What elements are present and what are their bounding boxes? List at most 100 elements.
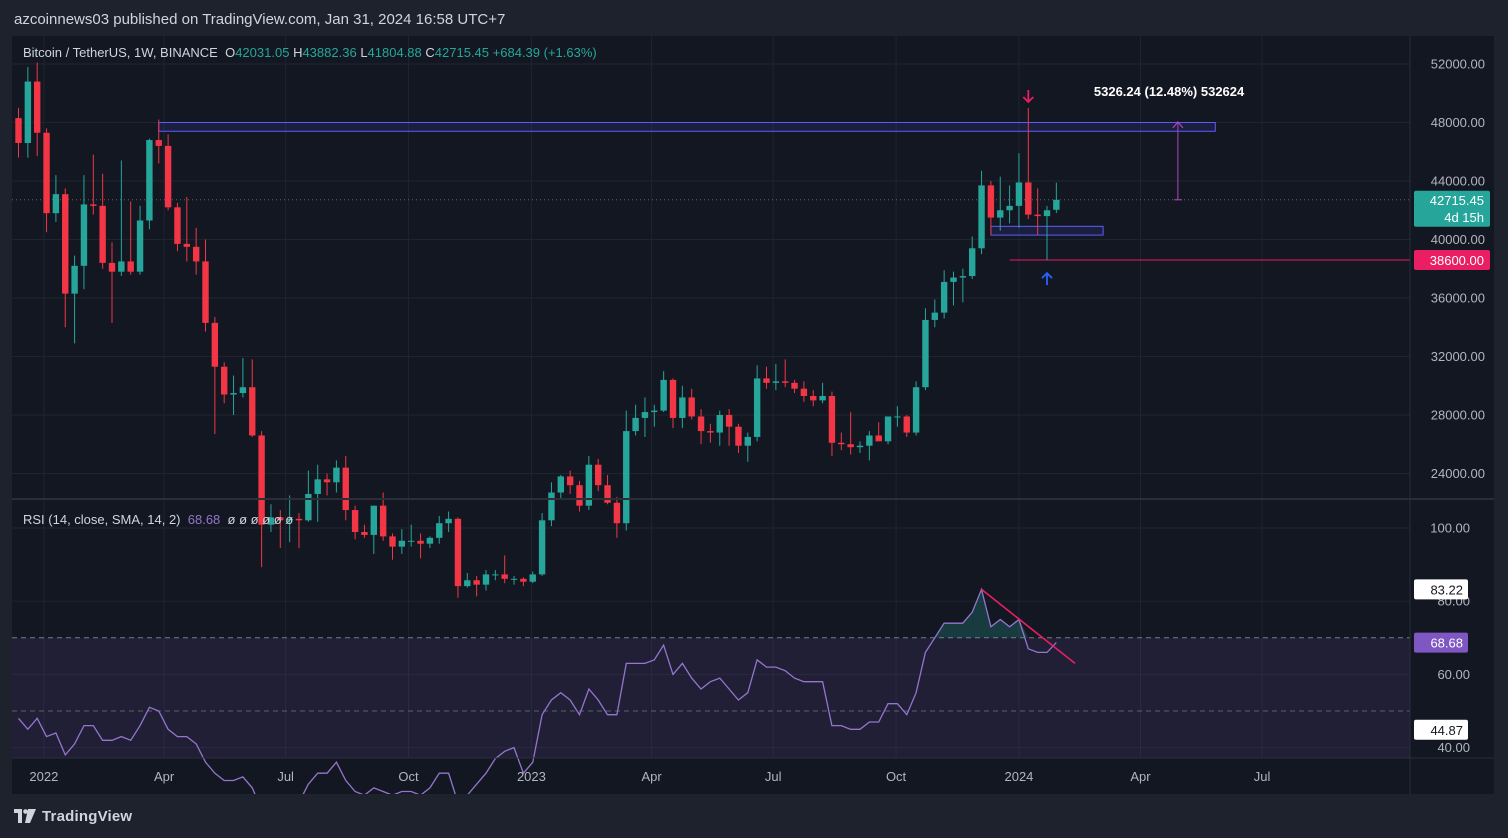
candle-body xyxy=(118,261,125,272)
rsi-overbought-fill xyxy=(990,619,1001,638)
candle-body xyxy=(753,378,761,437)
candle-body xyxy=(305,493,312,521)
candle-body xyxy=(819,395,826,401)
candle-body xyxy=(894,416,901,418)
candle-body xyxy=(90,204,97,206)
candle-body xyxy=(688,397,695,417)
candle-body xyxy=(323,479,331,483)
candle-body xyxy=(183,243,190,247)
rsi-current-value: 68.68 xyxy=(1430,636,1463,651)
candle-body xyxy=(1043,210,1051,217)
ohlc-legend[interactable]: Bitcoin / TetherUS, 1W, BINANCE O42031.0… xyxy=(23,45,597,60)
candle-body xyxy=(931,312,938,320)
rsi-value: 68.68 xyxy=(187,512,221,527)
time-axis-label: Jul xyxy=(765,769,782,784)
time-axis-label: Apr xyxy=(642,769,663,784)
candle-body xyxy=(782,381,789,383)
candle-body xyxy=(566,476,574,486)
candle-body xyxy=(230,393,237,395)
candle-body xyxy=(192,246,200,262)
candle-body xyxy=(772,381,780,383)
arrow-up-icon[interactable] xyxy=(1041,271,1053,286)
support-level-value: 38600.00 xyxy=(1430,253,1484,268)
rsi-overbought-fill xyxy=(972,589,982,638)
annotation-drawings[interactable]: 5326.24 (12.48%) 532624 xyxy=(981,84,1245,665)
candle-body xyxy=(828,395,836,443)
candle-body xyxy=(856,445,864,448)
price-axis-label: 32000.00 xyxy=(1431,349,1485,364)
chart-canvas[interactable]: 5326.24 (12.48%) 532624 52000.00 48000.00… xyxy=(12,36,1494,794)
tradingview-logo-text: TradingView xyxy=(42,807,133,825)
rsi-overbought-fill xyxy=(1000,619,1010,638)
chart-frame[interactable]: 5326.24 (12.48%) 532624 52000.00 48000.00… xyxy=(12,36,1494,794)
tradingview-logo[interactable]: TradingView xyxy=(14,806,132,826)
time-axis-label: 2022 xyxy=(29,769,58,784)
candle-body xyxy=(445,518,452,524)
measure-label: 5326.24 (12.48%) 532624 xyxy=(1094,84,1245,99)
resistance-zone-rect[interactable] xyxy=(158,122,1216,132)
candle-body xyxy=(595,464,602,486)
candle-body xyxy=(1006,205,1013,211)
candle-body xyxy=(791,382,798,389)
footer-bar xyxy=(0,794,1508,838)
rsi-low-value: 44.87 xyxy=(1430,723,1463,738)
candle-body xyxy=(454,518,462,587)
symbol-title[interactable]: Bitcoin / TetherUS, 1W, BINANCE xyxy=(23,45,218,60)
rsi-title[interactable]: RSI (14, close, SMA, 14, 2) xyxy=(23,512,181,527)
candle-body xyxy=(52,194,60,214)
time-axis-label: Oct xyxy=(886,769,907,784)
rsi-extras: ø ø ø ø ø ø xyxy=(227,512,294,527)
candle-body xyxy=(295,518,303,521)
rsi-axis-label: 40.00 xyxy=(1437,740,1470,755)
price-axis-label: 48000.00 xyxy=(1431,115,1485,130)
candle-body xyxy=(1025,182,1032,215)
rsi-band-fill xyxy=(12,637,1410,758)
rsi-legend[interactable]: RSI (14, close, SMA, 14, 2) 68.68 ø ø ø … xyxy=(23,512,293,527)
price-axis-label: 40000.00 xyxy=(1431,232,1485,247)
candle-body xyxy=(408,540,415,542)
publisher-caption: azcoinnews03 published on TradingView.co… xyxy=(14,11,506,28)
candle-body xyxy=(520,578,527,582)
close-label: C xyxy=(425,45,435,60)
candle-body xyxy=(959,276,967,278)
candle-body xyxy=(716,415,723,433)
candle-body xyxy=(34,81,41,133)
high-value: 43882.36 xyxy=(302,45,357,60)
candle-body xyxy=(62,194,69,294)
candle-body xyxy=(127,261,134,272)
price-axis-label: 28000.00 xyxy=(1431,408,1485,423)
candle-body xyxy=(613,502,621,524)
candle-body xyxy=(389,536,396,547)
price-axis[interactable]: 52000.00 48000.00 44000.00 40000.00 36000.00… xyxy=(1414,57,1490,482)
candle-body xyxy=(43,132,50,214)
open-label: O xyxy=(225,45,236,60)
candle-body xyxy=(623,431,630,524)
candle-body xyxy=(99,205,106,263)
candle-body xyxy=(735,426,742,446)
candle-body xyxy=(80,204,88,266)
candle-body xyxy=(1034,214,1041,217)
candle-body xyxy=(838,442,845,445)
time-axis-label: 2024 xyxy=(1004,769,1033,784)
rsi-overbought-fill xyxy=(1009,619,1019,638)
header-bar: azcoinnews03 published on TradingView.co… xyxy=(0,0,1508,38)
tradingview-logo-icon xyxy=(14,809,36,823)
candle-body xyxy=(510,578,518,580)
low-label: L xyxy=(360,45,368,60)
arrow-down-icon[interactable] xyxy=(1022,90,1034,104)
candle-body xyxy=(1015,182,1023,206)
price-axis-label: 24000.00 xyxy=(1431,466,1485,481)
candle-body xyxy=(922,319,929,388)
rsi-axis[interactable]: 100.0080.0060.0040.0083.2268.6844.87 xyxy=(1414,521,1470,756)
candle-body xyxy=(24,81,32,143)
candle-body xyxy=(174,207,181,244)
rsi-overbought-fill xyxy=(953,623,963,638)
candle-body xyxy=(464,580,471,587)
candle-body xyxy=(211,322,219,367)
candle-body xyxy=(482,574,490,585)
candle-body xyxy=(557,476,564,493)
candle-body xyxy=(847,444,854,448)
time-axis[interactable]: 2022 Apr Jul Oct 2023 Apr Jul Oct 2024 Apr Jul xyxy=(29,769,1270,784)
candle-body xyxy=(249,387,256,436)
rsi-peak-value: 83.22 xyxy=(1430,582,1463,597)
